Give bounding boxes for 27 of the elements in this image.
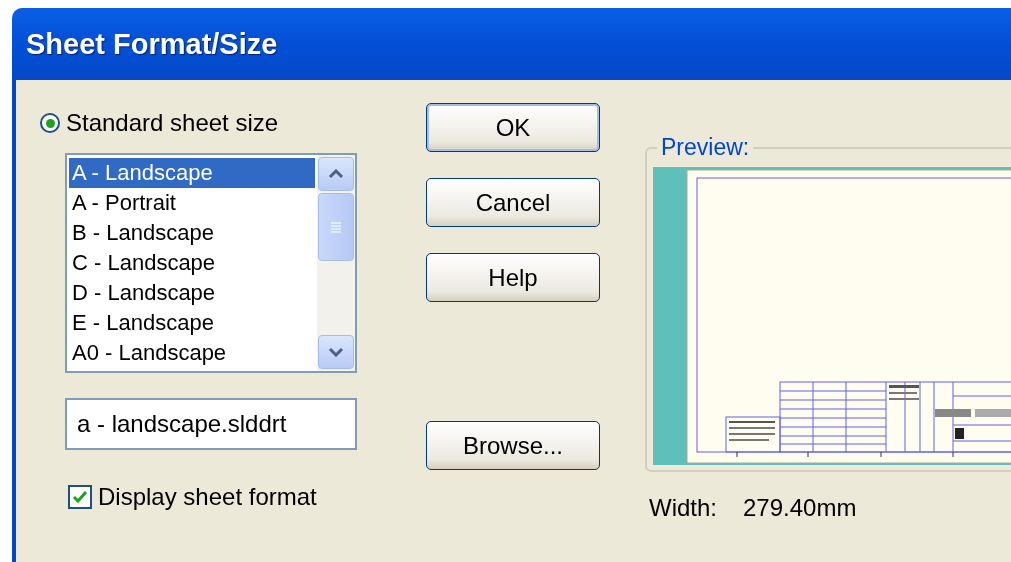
- scroll-thumb[interactable]: [318, 193, 354, 261]
- list-item[interactable]: A - Landscape: [69, 158, 315, 188]
- browse-button[interactable]: Browse...: [426, 421, 600, 470]
- chevron-down-icon: [328, 347, 344, 357]
- grip-icon: [330, 221, 342, 233]
- list-item[interactable]: A - Portrait: [69, 188, 315, 218]
- list-item[interactable]: E - Landscape: [69, 308, 315, 338]
- scroll-up-button[interactable]: [318, 157, 354, 191]
- check-icon: [72, 490, 88, 504]
- radio-button[interactable]: [40, 113, 60, 133]
- checkbox-label: Display sheet format: [98, 483, 317, 511]
- list-item[interactable]: D - Landscape: [69, 278, 315, 308]
- radio-label: Standard sheet size: [66, 109, 279, 137]
- dialog-button[interactable]: OK: [426, 103, 600, 152]
- list-item[interactable]: A0 - Landscape: [69, 338, 315, 368]
- list-item[interactable]: C - Landscape: [69, 248, 315, 278]
- dialog-button[interactable]: Cancel: [426, 178, 600, 227]
- preview-title: Preview:: [660, 134, 751, 161]
- dialog-button[interactable]: Help: [426, 253, 600, 302]
- list-item[interactable]: B - Landscape: [69, 218, 315, 248]
- width-value: 279.40mm: [743, 494, 857, 522]
- format-file-field[interactable]: a - landscape.slddrt: [65, 398, 357, 450]
- chevron-up-icon: [328, 169, 344, 179]
- width-label: Width:: [649, 494, 717, 522]
- scroll-down-button[interactable]: [318, 335, 354, 369]
- window-title: Sheet Format/Size: [26, 27, 278, 61]
- checkbox[interactable]: [68, 485, 92, 509]
